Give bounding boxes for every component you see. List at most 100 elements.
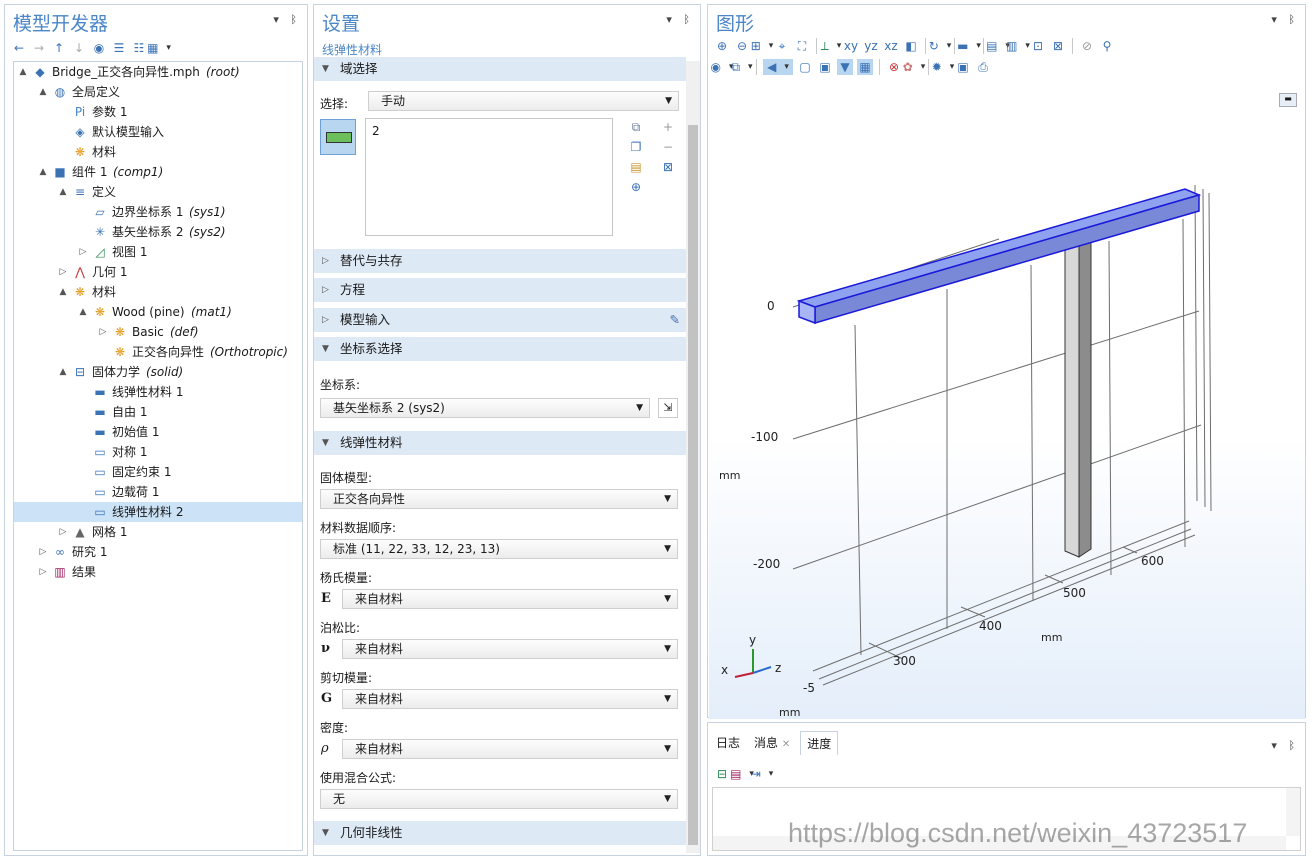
show-more-icon[interactable]: ⊟: [714, 766, 730, 782]
view-yz-icon[interactable]: yz: [863, 38, 879, 54]
clear-selection-icon[interactable]: ▥: [1006, 38, 1026, 54]
expand-arrow-icon[interactable]: ▷: [58, 522, 68, 542]
tree-node[interactable]: ▭ 边载荷 1: [14, 482, 302, 502]
hide-icon[interactable]: ⊘: [1079, 38, 1095, 54]
section-geom-nonlinearity[interactable]: ▼ 几何非线性: [314, 821, 686, 845]
color-palette-icon[interactable]: ✿: [903, 59, 922, 75]
tree-node[interactable]: ▷ ⋀ 几何 1: [14, 262, 302, 282]
tree-node[interactable]: ▭ 对称 1: [14, 442, 302, 462]
tree-node[interactable]: ▬ 自由 1: [14, 402, 302, 422]
tree-node[interactable]: ▭ 线弹性材料 2: [14, 502, 302, 522]
tree-node[interactable]: ▷ ◿ 视图 1: [14, 242, 302, 262]
progress-options-icon[interactable]: ▤: [730, 766, 750, 782]
shear-dropdown[interactable]: 来自材料 ▼: [342, 689, 678, 709]
poisson-dropdown[interactable]: 来自材料 ▼: [342, 639, 678, 659]
tree-node[interactable]: ▲ ⊟ 固体力学 (solid): [14, 362, 302, 382]
expand-all-icon[interactable]: ☰: [111, 40, 127, 56]
visibility-icon[interactable]: ◉: [711, 59, 730, 75]
scrollbar-thumb[interactable]: [688, 125, 698, 845]
collapse-arrow-icon[interactable]: ▲: [18, 62, 28, 82]
selection-dropdown[interactable]: 手动 ▼: [368, 91, 679, 111]
tree-node[interactable]: ▬ 线弹性材料 1: [14, 382, 302, 402]
zoom-out-icon[interactable]: ⊖: [734, 38, 750, 54]
zoom-in-icon[interactable]: ⊕: [714, 38, 730, 54]
beam-geometry[interactable]: [796, 188, 1202, 325]
down-arrow-icon[interactable]: ↓: [71, 40, 87, 56]
selection-list-icon[interactable]: ▤: [986, 38, 1006, 54]
zoom-selection-icon[interactable]: ⊠: [660, 159, 676, 175]
forward-arrow-icon[interactable]: →: [31, 40, 47, 56]
selection-list[interactable]: 2: [365, 118, 613, 236]
light-icon[interactable]: ◀: [763, 59, 793, 75]
selection-list-item[interactable]: 2: [372, 124, 380, 138]
tab-progress[interactable]: 进度: [800, 731, 839, 755]
expand-arrow-icon[interactable]: ▷: [98, 322, 108, 342]
find-icon[interactable]: ⚲: [1099, 38, 1115, 54]
camera-icon[interactable]: ▣: [955, 59, 971, 75]
tab-log[interactable]: 日志: [712, 731, 744, 755]
column-geometry[interactable]: [1064, 232, 1092, 558]
panel-menu-icon[interactable]: ▾ ᛒ: [273, 13, 301, 26]
clear-icon[interactable]: ▤: [628, 159, 644, 175]
expand-arrow-icon[interactable]: ▷: [38, 542, 48, 562]
go-to-view-icon[interactable]: ◧: [903, 38, 919, 54]
close-icon[interactable]: ✕: [782, 739, 790, 750]
tree-node[interactable]: ▭ 固定约束 1: [14, 462, 302, 482]
tree-node[interactable]: ▲ ◍ 全局定义: [14, 82, 302, 102]
goto-source-icon[interactable]: ⇲: [658, 398, 678, 418]
expand-arrow-icon[interactable]: ▷: [58, 262, 68, 282]
tree-node[interactable]: ❋ 正交各向异性 (Orthotropic): [14, 342, 302, 362]
select-all-icon[interactable]: ⊠: [1050, 38, 1066, 54]
expand-arrow-icon[interactable]: ▷: [78, 242, 88, 262]
rotate-icon[interactable]: ↻: [929, 38, 948, 54]
expand-arrow-icon[interactable]: ▷: [38, 562, 48, 582]
collapse-all-icon[interactable]: ☷: [131, 40, 147, 56]
graphics-canvas[interactable]: ▬ 0 -100 mm -200 600 500 400 mm 300 -5 m…: [709, 89, 1305, 719]
collapse-arrow-icon[interactable]: ▲: [78, 302, 88, 322]
section-domain-selection[interactable]: ▼ 域选择: [314, 57, 686, 81]
tree-node[interactable]: ▲ ❋ Wood (pine) (mat1): [14, 302, 302, 322]
grid-icon[interactable]: ▦: [857, 59, 873, 75]
tree-node[interactable]: ▲ ◆ Bridge_正交各向异性.mph (root): [14, 62, 302, 82]
section-equation[interactable]: ▷ 方程: [314, 278, 686, 302]
tab-messages[interactable]: 消息 ✕: [750, 731, 794, 755]
collapse-arrow-icon[interactable]: ▲: [58, 282, 68, 302]
stop-icon[interactable]: ⇥: [751, 766, 770, 782]
paste-selection-icon[interactable]: ⧉: [628, 119, 644, 135]
tree-node[interactable]: ▲ ≡ 定义: [14, 182, 302, 202]
tree-node[interactable]: ▷ ▥ 结果: [14, 562, 302, 582]
tree-node[interactable]: ▷ ∞ 研究 1: [14, 542, 302, 562]
up-arrow-icon[interactable]: ↑: [51, 40, 67, 56]
zoom-selected-icon[interactable]: ⌖: [774, 38, 790, 54]
zoom-extents-icon[interactable]: ⛶: [794, 38, 810, 54]
section-model-input[interactable]: ▷ 模型输入 ✎: [314, 308, 686, 332]
collapse-arrow-icon[interactable]: ▲: [38, 82, 48, 102]
tree-node[interactable]: ▷ ▲ 网格 1: [14, 522, 302, 542]
render-icon[interactable]: ▼: [837, 59, 853, 75]
view-layers-icon[interactable]: ⧉: [731, 59, 750, 75]
transparency-icon[interactable]: ▢: [797, 59, 813, 75]
show-icon[interactable]: ◉: [91, 40, 107, 56]
tree-node[interactable]: ❋ 材料: [14, 142, 302, 162]
tree-node[interactable]: ▲ ❋ 材料: [14, 282, 302, 302]
reset-display-icon[interactable]: ⊗: [886, 59, 902, 75]
tree-node[interactable]: ▷ ❋ Basic (def): [14, 322, 302, 342]
tree-options-icon[interactable]: ▦: [147, 40, 167, 56]
remove-icon[interactable]: −: [660, 139, 676, 155]
density-dropdown[interactable]: 来自材料 ▼: [342, 739, 678, 759]
collapse-arrow-icon[interactable]: ▲: [58, 362, 68, 382]
wireframe-icon[interactable]: ▣: [817, 59, 833, 75]
coord-dropdown[interactable]: 基矢坐标系 2 (sys2) ▼: [320, 398, 650, 418]
solid-model-dropdown[interactable]: 正交各向异性 ▼: [320, 489, 678, 509]
zoom-to-selection-icon[interactable]: ⊡: [1030, 38, 1046, 54]
tree-node[interactable]: ▱ 边界坐标系 1 (sys1): [14, 202, 302, 222]
collapse-arrow-icon[interactable]: ▲: [58, 182, 68, 202]
copy-icon[interactable]: ❐: [628, 139, 644, 155]
panel-menu-icon[interactable]: ▾ ᛒ: [666, 13, 694, 26]
settings-scrollbar[interactable]: [686, 61, 700, 853]
print-icon[interactable]: ⎙: [975, 59, 991, 75]
panel-menu-icon[interactable]: ▾ ᛒ: [1271, 13, 1299, 26]
tree-node[interactable]: ▲ ■ 组件 1 (comp1): [14, 162, 302, 182]
scene-light-icon[interactable]: ✹: [932, 59, 951, 75]
tree-node[interactable]: ✳ 基矢坐标系 2 (sys2): [14, 222, 302, 242]
